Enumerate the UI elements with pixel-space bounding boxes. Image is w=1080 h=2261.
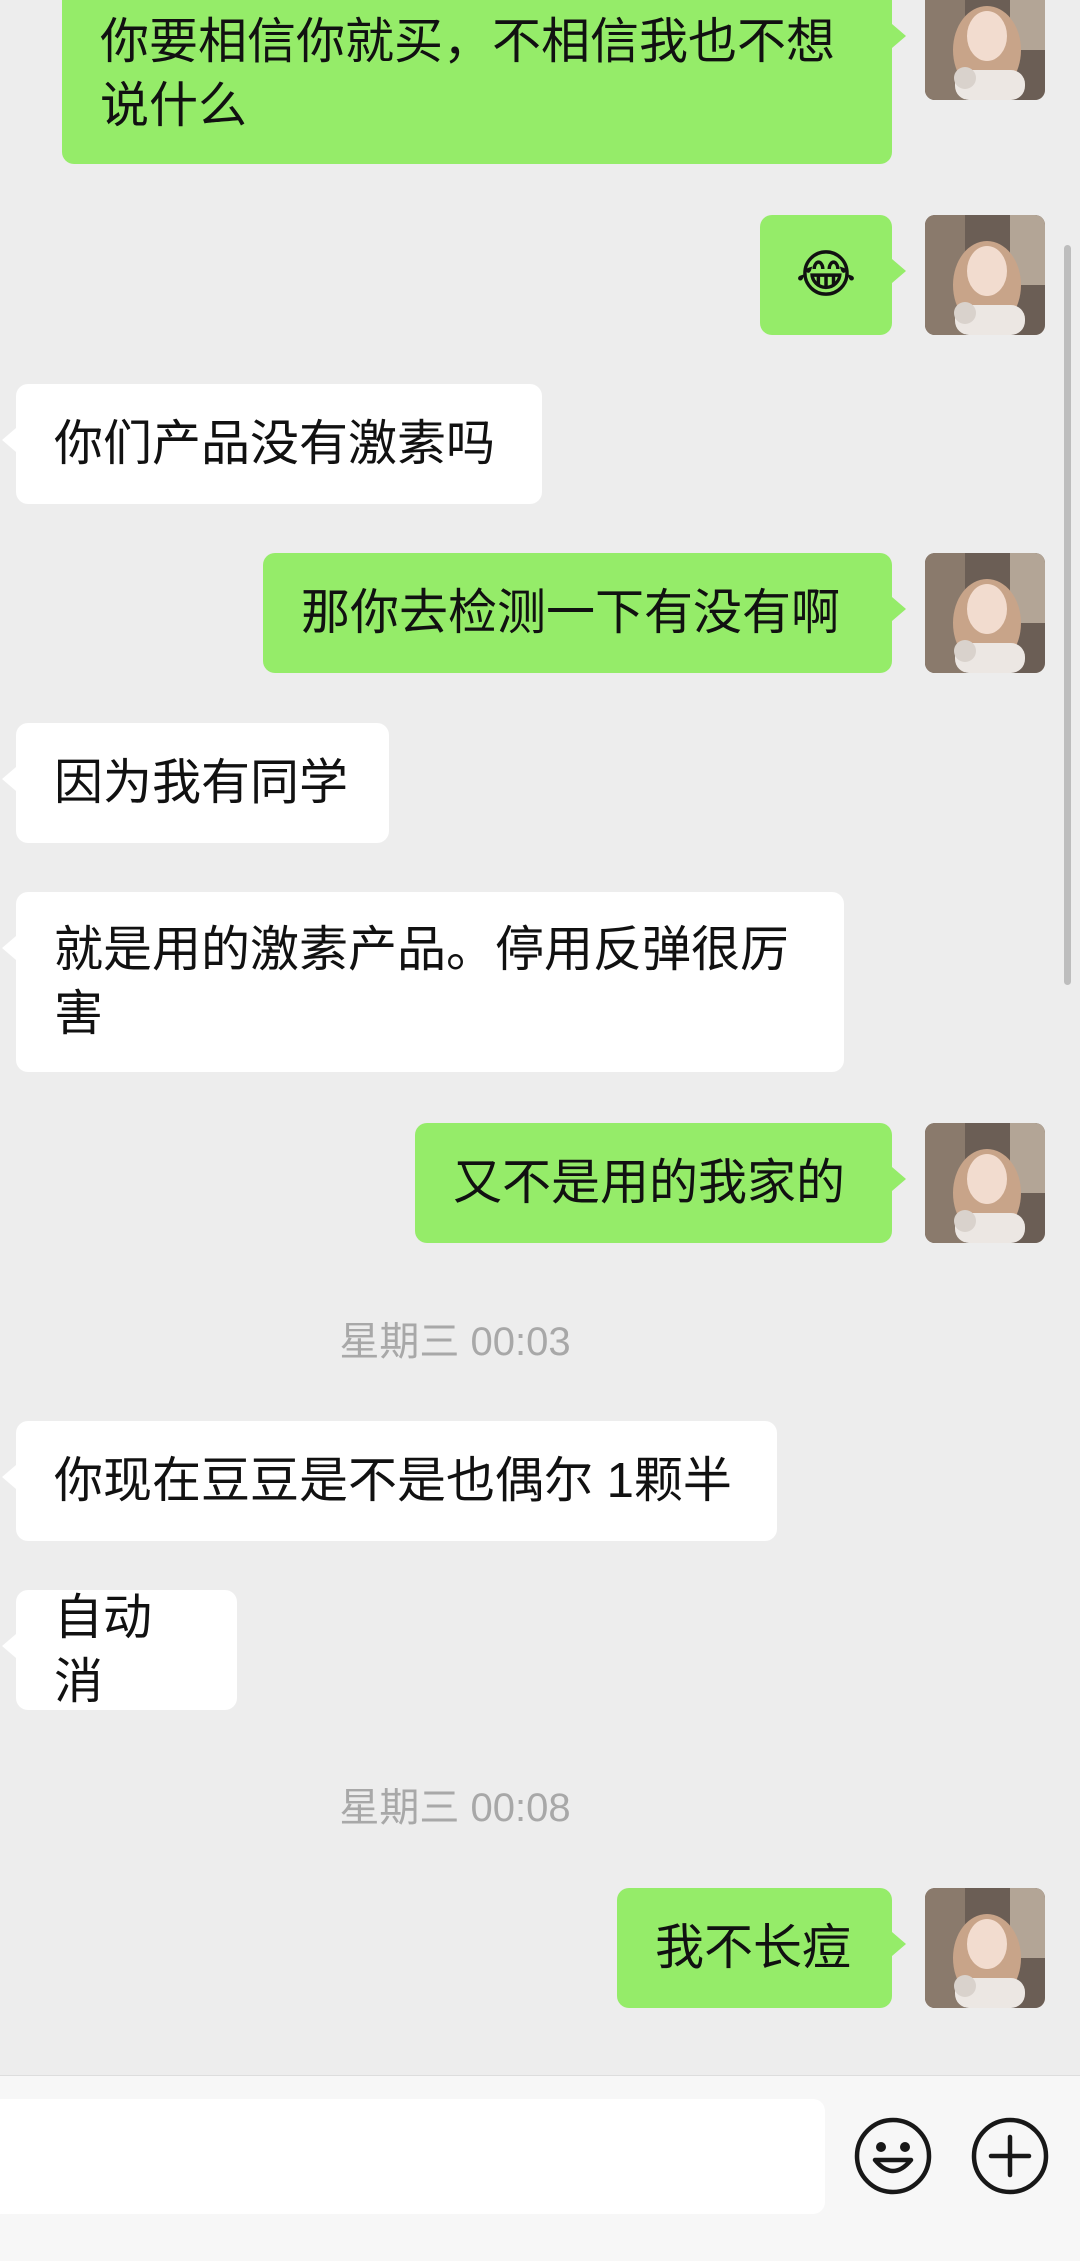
avatar-photo xyxy=(925,553,1045,673)
timestamp: 星期三 00:03 xyxy=(339,1320,571,1364)
laughing-tears-emoji-icon: 😂 xyxy=(795,246,857,304)
smiley-icon[interactable] xyxy=(853,2116,933,2196)
message-bubble[interactable]: 你要相信你就买，不相信我也不想说什么 xyxy=(62,0,906,164)
message-text: 自动消 xyxy=(54,1591,153,1709)
message-text: 我不长痘 xyxy=(655,1921,852,1975)
message-bubble[interactable]: 自动消 xyxy=(2,1590,237,1710)
avatar[interactable] xyxy=(925,0,1045,100)
avatar[interactable] xyxy=(925,553,1045,673)
avatar[interactable] xyxy=(925,215,1045,335)
message-bubble[interactable]: 我不长痘 xyxy=(617,1888,906,2008)
message-text: 就是用的激素产品。停用反弹很厉害 xyxy=(54,923,790,1041)
message-bubble[interactable]: 那你去检测一下有没有啊 xyxy=(263,553,906,673)
scrollbar[interactable] xyxy=(1064,245,1071,985)
message-text: 因为我有同学 xyxy=(54,756,349,810)
message-bubble[interactable]: 又不是用的我家的 xyxy=(415,1123,906,1243)
message-bubble[interactable]: 你们产品没有激素吗 xyxy=(2,384,542,504)
chat-area[interactable]: 你要相信你就买，不相信我也不想说什么 😂 你们产品没有激素吗 那你去检测一下有没… xyxy=(0,0,1080,2075)
message-bubble[interactable]: 因为我有同学 xyxy=(2,723,389,843)
avatar-photo xyxy=(925,1888,1045,2008)
plus-circle-icon[interactable] xyxy=(970,2116,1050,2196)
timestamp: 星期三 00:08 xyxy=(339,1786,571,1830)
message-text: 你们产品没有激素吗 xyxy=(54,417,496,471)
message-bubble[interactable]: 就是用的激素产品。停用反弹很厉害 xyxy=(2,892,844,1072)
message-text: 又不是用的我家的 xyxy=(453,1156,846,1210)
message-text: 你现在豆豆是不是也偶尔 1颗半 xyxy=(54,1454,732,1508)
message-bubble[interactable]: 😂 xyxy=(760,215,906,335)
avatar[interactable] xyxy=(925,1888,1045,2008)
input-bar xyxy=(0,2075,1080,2261)
message-text: 你要相信你就买，不相信我也不想说什么 xyxy=(100,15,836,133)
message-text: 那你去检测一下有没有啊 xyxy=(301,586,841,640)
message-input[interactable] xyxy=(0,2099,825,2214)
avatar-photo xyxy=(925,215,1045,335)
avatar-photo xyxy=(925,1123,1045,1243)
avatar-photo xyxy=(925,0,1045,100)
message-bubble[interactable]: 你现在豆豆是不是也偶尔 1颗半 xyxy=(2,1421,777,1541)
avatar[interactable] xyxy=(925,1123,1045,1243)
